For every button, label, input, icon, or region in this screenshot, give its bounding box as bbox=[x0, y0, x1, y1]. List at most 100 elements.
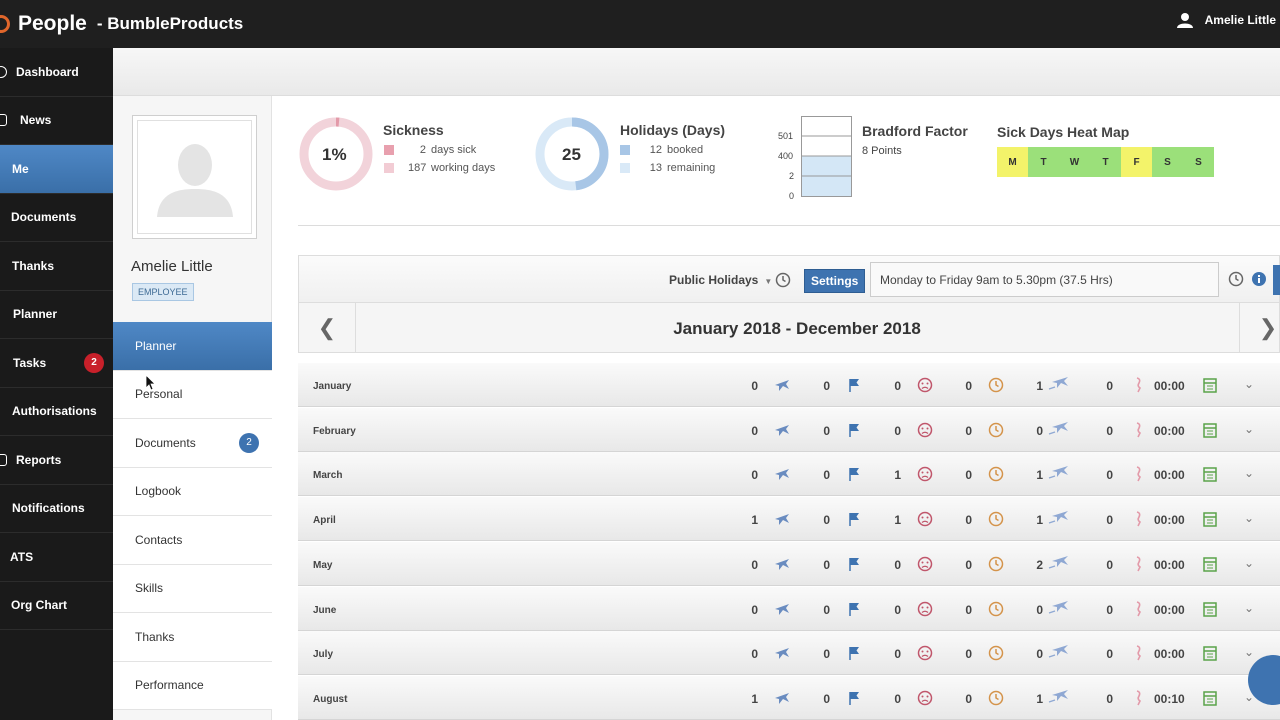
time-total: 00:00 bbox=[1154, 423, 1185, 438]
flag-icon bbox=[845, 421, 863, 439]
nav-item-tasks[interactable]: Tasks 2 bbox=[0, 339, 113, 388]
chevron-down-icon[interactable]: ⌄ bbox=[1244, 466, 1254, 480]
time-total: 00:00 bbox=[1154, 468, 1185, 483]
bradford-points: 8 Points bbox=[862, 145, 902, 157]
chevron-down-icon[interactable]: ⌄ bbox=[1244, 377, 1254, 391]
nav-item-me[interactable]: Me bbox=[0, 145, 113, 194]
nav-item-documents[interactable]: Documents bbox=[0, 194, 113, 242]
nav-item-notifications[interactable]: Notifications bbox=[0, 485, 113, 533]
time-total: 00:00 bbox=[1154, 513, 1185, 528]
tab-label: Personal bbox=[135, 387, 183, 402]
clock-icon bbox=[987, 421, 1005, 439]
heatmap-cell: W bbox=[1059, 147, 1090, 177]
public-holidays-dropdown[interactable]: Public Holidays ▼ bbox=[669, 273, 772, 287]
calendar-icon[interactable] bbox=[1201, 689, 1219, 707]
sick-count: 0 bbox=[894, 379, 901, 393]
chevron-down-icon[interactable]: ⌄ bbox=[1244, 601, 1254, 615]
user-icon bbox=[1176, 13, 1193, 28]
month-row[interactable]: July 0 0 0 0 0 0 00:00 ⌄ bbox=[298, 631, 1280, 676]
profile-tab-skills[interactable]: Skills bbox=[113, 564, 272, 613]
nav-item-dashboard[interactable]: Dashboard bbox=[0, 48, 113, 97]
calendar-icon[interactable] bbox=[1201, 376, 1219, 394]
travel-count: 1 bbox=[1036, 379, 1043, 393]
add-button[interactable] bbox=[1273, 265, 1280, 295]
late-count: 0 bbox=[965, 647, 972, 662]
heatmap-title: Sick Days Heat Map bbox=[997, 124, 1130, 140]
chevron-down-icon[interactable]: ⌄ bbox=[1244, 422, 1254, 436]
sickness-percent: 1% bbox=[322, 145, 347, 164]
travel-count: 0 bbox=[1036, 647, 1043, 662]
nav-item-reports[interactable]: Reports bbox=[0, 436, 113, 485]
next-year-button[interactable]: ❯ bbox=[1239, 303, 1280, 353]
booked-swatch bbox=[620, 145, 630, 155]
clock-icon[interactable] bbox=[1228, 271, 1244, 287]
nav-item-authorisations[interactable]: Authorisations bbox=[0, 388, 113, 436]
nav-item-thanks[interactable]: Thanks bbox=[0, 242, 113, 291]
nav-item-news[interactable]: News bbox=[0, 97, 113, 145]
profile-tab-planner[interactable]: Planner bbox=[113, 322, 272, 371]
month-row[interactable]: June 0 0 0 0 0 0 00:00 ⌄ bbox=[298, 586, 1280, 631]
month-row[interactable]: January 0 0 0 0 1 0 00:00 ⌄ bbox=[298, 363, 1280, 407]
profile-tab-documents[interactable]: Documents 2 bbox=[113, 419, 272, 468]
profile-tab-thanks[interactable]: Thanks bbox=[113, 613, 272, 662]
app-logo[interactable]: People - BumbleProducts bbox=[0, 12, 243, 36]
profile-tab-personal[interactable]: Personal bbox=[113, 370, 272, 419]
clock-icon[interactable] bbox=[775, 272, 791, 288]
month-name: July bbox=[313, 649, 334, 661]
nav-item-org-chart[interactable]: Org Chart bbox=[0, 582, 113, 630]
heatmap-cell: M bbox=[997, 147, 1028, 177]
month-row[interactable]: February 0 0 0 0 0 0 00:00 ⌄ bbox=[298, 407, 1280, 452]
chevron-down-icon[interactable]: ⌄ bbox=[1244, 556, 1254, 570]
documents-badge: 2 bbox=[239, 432, 259, 453]
working-days-label: working days bbox=[431, 162, 496, 174]
heatmap-cell: T bbox=[1090, 147, 1121, 177]
month-row[interactable]: March 0 0 1 0 1 0 00:00 ⌄ bbox=[298, 452, 1280, 497]
profile-tab-logbook[interactable]: Logbook bbox=[113, 467, 272, 516]
month-name: May bbox=[313, 559, 333, 571]
info-icon[interactable] bbox=[1251, 271, 1267, 287]
sick-days-label: days sick bbox=[431, 144, 477, 156]
working-hours-field[interactable]: Monday to Friday 9am to 5.30pm (37.5 Hrs… bbox=[870, 262, 1219, 297]
calendar-icon[interactable] bbox=[1201, 555, 1219, 573]
sick-count: 0 bbox=[894, 647, 901, 662]
sick-count: 0 bbox=[894, 691, 901, 706]
holiday-icon bbox=[773, 555, 791, 573]
calendar-icon[interactable] bbox=[1201, 465, 1219, 483]
nav-item-planner[interactable]: Planner bbox=[0, 291, 113, 339]
tab-label: Logbook bbox=[135, 484, 182, 499]
bradford-axis-label: 400 bbox=[778, 151, 794, 161]
holiday-count: 0 bbox=[751, 647, 758, 662]
booked-count: 12 bbox=[649, 144, 662, 156]
user-menu[interactable]: Amelie Little bbox=[1176, 12, 1276, 28]
clock-icon bbox=[987, 510, 1005, 528]
travel-icon bbox=[1048, 644, 1074, 662]
flag-icon bbox=[845, 465, 863, 483]
month-row[interactable]: May 0 0 0 0 2 0 00:00 ⌄ bbox=[298, 541, 1280, 586]
clock-icon bbox=[987, 600, 1005, 618]
calendar-icon[interactable] bbox=[1201, 421, 1219, 439]
chevron-down-icon[interactable]: ⌄ bbox=[1244, 645, 1254, 659]
holidays-title: Holidays (Days) bbox=[620, 122, 726, 138]
holiday-icon bbox=[773, 644, 791, 662]
sick-count: 1 bbox=[894, 513, 901, 528]
settings-button[interactable]: Settings bbox=[804, 269, 866, 293]
nav-item-ats[interactable]: ATS bbox=[0, 533, 113, 582]
month-name: February bbox=[313, 425, 356, 437]
chevron-down-icon[interactable]: ⌄ bbox=[1244, 511, 1254, 525]
calendar-icon[interactable] bbox=[1201, 644, 1219, 662]
sick-days-count: 2 bbox=[419, 144, 426, 156]
calendar-icon[interactable] bbox=[1201, 600, 1219, 618]
main-nav: Dashboard News Me Documents Thanks Plann… bbox=[0, 48, 113, 720]
chevron-right-icon: ❯ bbox=[1258, 315, 1278, 340]
avatar[interactable] bbox=[132, 115, 257, 239]
profile-tab-performance[interactable]: Performance bbox=[113, 661, 272, 710]
holiday-icon bbox=[773, 510, 791, 528]
time-total: 00:00 bbox=[1154, 647, 1185, 662]
month-row[interactable]: August 1 0 0 0 1 0 00:10 ⌄ bbox=[298, 675, 1280, 720]
profile-tab-contacts[interactable]: Contacts bbox=[113, 516, 272, 565]
reports-icon bbox=[0, 453, 7, 466]
calendar-icon[interactable] bbox=[1201, 510, 1219, 528]
year-navigator: ❮ January 2018 - December 2018 ❯ bbox=[298, 303, 1280, 353]
remaining-swatch bbox=[620, 163, 630, 173]
month-row[interactable]: April 1 0 1 0 1 0 00:00 ⌄ bbox=[298, 497, 1280, 542]
